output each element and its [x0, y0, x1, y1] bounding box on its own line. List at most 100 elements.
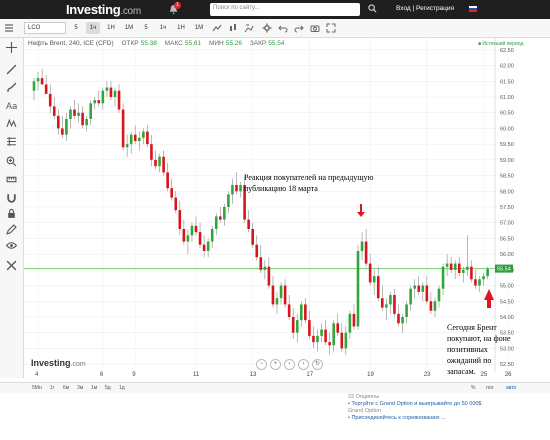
ad-item-1[interactable]: • Торгуйте с Grand Option и выигрывайте … [348, 401, 498, 408]
candle-body [352, 313, 356, 327]
search-input[interactable]: Поиск по сайту... [210, 3, 360, 16]
candle-body [372, 276, 376, 283]
candle-body [437, 288, 441, 302]
indicators-icon[interactable] [212, 23, 222, 33]
candle-body [409, 288, 412, 305]
login-link[interactable]: Вход [396, 5, 411, 12]
price-tick-label: 56.50 [500, 236, 514, 242]
candlestick-chart[interactable]: 62.50 62.00 61.50 61.00 60.50 60.00 59.50 59.00… [24, 38, 520, 378]
lock-icon[interactable] [6, 208, 17, 219]
menu-icon[interactable] [4, 23, 14, 33]
interval-button-1h-alt[interactable]: 1ч [156, 22, 170, 34]
range-3m[interactable]: 3м [77, 385, 83, 391]
fullscreen-icon[interactable] [326, 23, 336, 33]
reset-chart-control[interactable]: ↻ [312, 359, 323, 370]
undo-icon[interactable] [278, 23, 288, 33]
candle-body [247, 219, 250, 229]
range-5d[interactable]: 5д [105, 385, 111, 391]
candle-body [210, 229, 214, 242]
ad-item-2[interactable]: • Присоединяйтесь к соревнованию ... [348, 415, 498, 422]
scroll-left-control[interactable]: ‹ [284, 359, 295, 370]
interval-button-5[interactable]: 5 [70, 22, 82, 34]
chart-type-icon[interactable] [228, 23, 238, 33]
candle-body [275, 298, 279, 305]
auto-scale-toggle[interactable]: авто [506, 385, 516, 391]
site-logo[interactable]: Investing.com [66, 2, 141, 17]
pencil-icon[interactable] [6, 224, 17, 235]
candle-body [482, 276, 485, 280]
price-tick-label: 54.50 [500, 299, 514, 305]
search-icon[interactable] [368, 4, 377, 13]
candle-body [146, 131, 149, 145]
candle-body [73, 109, 76, 116]
date-tick-label: 26 [504, 372, 512, 378]
candle-body [61, 128, 64, 135]
candle-body [227, 194, 230, 207]
candle-body [421, 285, 425, 292]
brush-icon[interactable] [6, 82, 17, 93]
candle-body [138, 137, 141, 141]
candle-body [474, 279, 477, 286]
candle-body [425, 285, 429, 302]
remove-drawings-icon[interactable] [6, 260, 17, 271]
candle-body [206, 241, 210, 251]
candle-body [32, 81, 36, 91]
price-tick-label: 62.50 [500, 48, 514, 54]
compare-icon[interactable] [244, 23, 254, 33]
candle-body [170, 188, 173, 198]
zoom-in-icon[interactable] [6, 156, 17, 167]
top-navigation-bar: Investing.com 1 Поиск по сайту... Вход |… [0, 0, 550, 19]
open-value: 55.38 [140, 40, 157, 47]
zoom-in-control[interactable]: + [270, 359, 281, 370]
trendline-icon[interactable] [6, 64, 17, 75]
interval-button-1w-alt[interactable]: 1Н [174, 22, 188, 34]
candle [121, 103, 125, 151]
magnet-icon[interactable] [6, 192, 17, 203]
settings-gear-icon[interactable] [262, 23, 272, 33]
interval-button-1w[interactable]: 1Н [104, 22, 118, 34]
range-1m[interactable]: 1м [91, 385, 97, 391]
candle-body [316, 335, 319, 343]
range-1y[interactable]: 1г [50, 385, 55, 391]
candle-body [44, 84, 48, 94]
interval-button-1h[interactable]: 1ч [86, 22, 100, 34]
interval-button-1m[interactable]: 1М [122, 22, 136, 34]
log-scale-toggle[interactable]: лог [486, 385, 494, 391]
range-1d[interactable]: 1д [119, 385, 125, 391]
interval-button-5-alt[interactable]: 5 [140, 22, 152, 34]
register-link[interactable]: Регистрация [416, 5, 454, 12]
range-6m[interactable]: 6м [63, 385, 69, 391]
price-tick-label: 56.00 [500, 252, 514, 258]
candle-body [223, 207, 226, 220]
percent-scale-toggle[interactable]: % [471, 385, 475, 391]
text-tool-icon[interactable]: Aa [6, 100, 17, 111]
crosshair-icon[interactable] [6, 42, 17, 53]
zoom-out-control[interactable]: − [256, 359, 267, 370]
candle-body [235, 185, 238, 192]
language-flag-icon[interactable] [469, 6, 477, 12]
camera-snapshot-icon[interactable] [310, 23, 320, 33]
ad-title-1[interactable]: Торгуйте с Grand Option и выигрывайте до… [351, 401, 481, 407]
ad-title-2[interactable]: Присоединяйтесь к соревнованию ... [351, 415, 445, 421]
scroll-right-control[interactable]: › [298, 359, 309, 370]
range-5y[interactable]: 5Мн [32, 385, 42, 391]
price-tick-label: 58.50 [500, 174, 514, 180]
redo-icon[interactable] [294, 23, 304, 33]
candle-body [328, 342, 331, 346]
fibonacci-icon[interactable] [6, 136, 17, 147]
instrument-name: Нефть Brent, 240, ICE (CFD) [28, 40, 114, 47]
eye-icon[interactable] [6, 240, 17, 251]
measure-icon[interactable] [6, 174, 17, 185]
candle-body [69, 109, 72, 119]
pattern-icon[interactable] [6, 118, 17, 129]
interval-button-1m-alt[interactable]: 1М [192, 22, 206, 34]
ad-bullet-1: • [348, 401, 350, 407]
candle-body [312, 335, 315, 343]
symbol-input[interactable]: LCO [24, 22, 66, 34]
high-label: МАКС [164, 40, 183, 47]
candle-body [300, 304, 303, 321]
candle-body [105, 87, 109, 91]
date-tick-label: 13 [249, 372, 257, 378]
candle-body [283, 285, 287, 305]
candle-body [239, 185, 242, 192]
